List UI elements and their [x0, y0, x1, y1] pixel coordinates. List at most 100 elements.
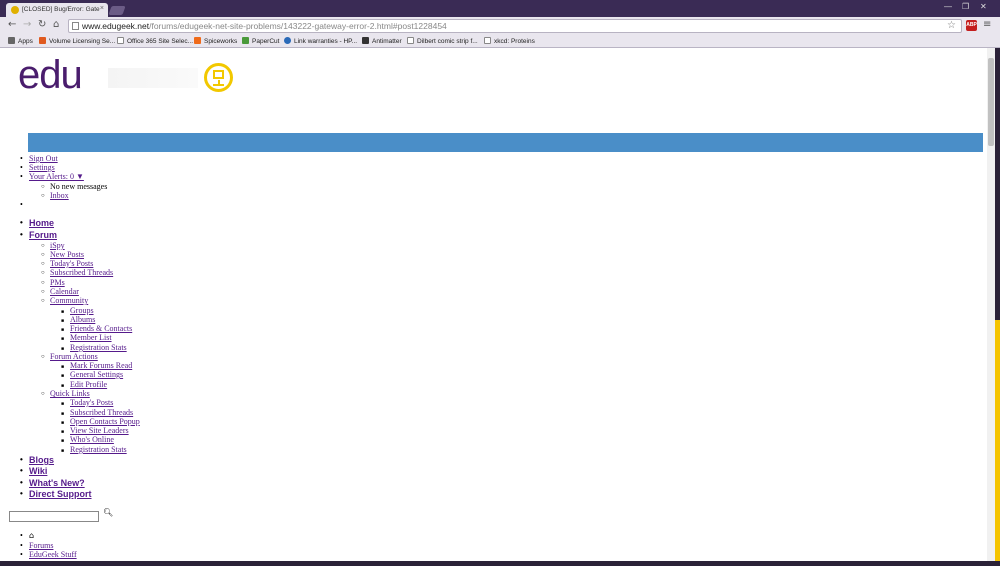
papercut-icon: [242, 37, 249, 44]
maximize-icon[interactable]: ❐: [962, 2, 969, 11]
todays-posts-link[interactable]: Today's Posts: [50, 259, 93, 268]
url-path: /forums/edugeek-net-site-problems/143222…: [149, 21, 447, 31]
forum-link[interactable]: Forum: [29, 230, 57, 240]
groups-link[interactable]: Groups: [70, 306, 94, 315]
bookmark-item[interactable]: Link warranties - HP...: [284, 37, 357, 45]
sign-out-link[interactable]: Sign Out: [29, 154, 58, 163]
home-link[interactable]: Home: [29, 218, 54, 228]
browser-tab[interactable]: [CLOSED] Bug/Error: Gate ×: [6, 3, 108, 17]
new-posts-link[interactable]: New Posts: [50, 250, 84, 259]
forums-breadcrumb-link[interactable]: Forums: [29, 541, 53, 550]
nav-home: Home: [20, 218, 54, 228]
whos-online-link[interactable]: Who's Online: [70, 435, 114, 444]
forum-actions-item: Forum Actions: [41, 352, 98, 363]
chrome-menu-icon[interactable]: ≡: [983, 19, 991, 30]
ql-todays-posts-link[interactable]: Today's Posts: [70, 398, 113, 407]
community-sub-item: Albums: [61, 315, 95, 327]
back-icon[interactable]: ←: [8, 19, 16, 30]
minimize-icon[interactable]: —: [944, 2, 952, 11]
forum-sub-item: iSpy: [41, 241, 65, 252]
search-icon[interactable]: 🔍︎: [103, 508, 113, 517]
home-icon[interactable]: ⌂: [53, 19, 59, 30]
albums-link[interactable]: Albums: [70, 315, 95, 324]
bookmark-label: Link warranties - HP...: [294, 38, 358, 45]
monitor-icon: [204, 63, 233, 92]
bookmark-item[interactable]: xkcd: Proteins: [484, 37, 535, 45]
mark-forums-read-link[interactable]: Mark Forums Read: [70, 361, 132, 370]
address-bar[interactable]: www.edugeek.net/forums/edugeek-net-site-…: [68, 19, 962, 33]
bookmark-star-icon[interactable]: ☆: [947, 20, 956, 31]
ispy-link[interactable]: iSpy: [50, 241, 65, 250]
forum-actions-sub-item: General Settings: [61, 370, 123, 382]
adblock-extension-icon[interactable]: ABP: [966, 20, 977, 31]
community-sub-item: Member List: [61, 333, 112, 345]
alerts-item: Your Alerts: 0 ▼: [20, 172, 84, 182]
edugeek-stuff-link[interactable]: EduGeek Stuff: [29, 550, 77, 559]
calendar-link[interactable]: Calendar: [50, 287, 79, 296]
community-sub-item: Groups: [61, 306, 94, 318]
no-messages-item: No new messages: [41, 182, 108, 193]
search-input[interactable]: [9, 511, 99, 522]
bookmark-item[interactable]: Antimatter: [362, 37, 402, 45]
bookmark-item[interactable]: Dilbert comic strip f...: [407, 37, 478, 45]
direct-support-link[interactable]: Direct Support: [29, 489, 92, 499]
bookmark-item[interactable]: Volume Licensing Se...: [39, 37, 115, 45]
bookmark-item[interactable]: PaperCut: [242, 37, 279, 45]
registration-stats-link[interactable]: Registration Stats: [70, 343, 127, 352]
edit-profile-link[interactable]: Edit Profile: [70, 380, 107, 389]
wiki-link[interactable]: Wiki: [29, 466, 47, 476]
blogs-link[interactable]: Blogs: [29, 455, 54, 465]
quick-links-sub-item: View Site Leaders: [61, 426, 129, 438]
bookmark-item[interactable]: Spiceworks: [194, 37, 237, 45]
forum-actions-sub-item: Mark Forums Read: [61, 361, 132, 373]
page-icon: [117, 37, 124, 44]
quick-links-link[interactable]: Quick Links: [50, 389, 90, 398]
nav-direct-support: Direct Support: [20, 489, 92, 499]
forum-sub-item: Subscribed Threads: [41, 268, 113, 279]
no-messages-text: No new messages: [50, 182, 108, 191]
inbox-link[interactable]: Inbox: [50, 191, 69, 200]
forum-actions-link[interactable]: Forum Actions: [50, 352, 98, 361]
site-logo[interactable]: edu: [18, 50, 83, 100]
whats-new-link[interactable]: What's New?: [29, 478, 85, 488]
bookmark-label: Antimatter: [372, 38, 402, 45]
general-settings-link[interactable]: General Settings: [70, 370, 123, 379]
bookmark-label: PaperCut: [252, 38, 280, 45]
bookmark-item[interactable]: Apps: [8, 37, 33, 45]
inbox-item: Inbox: [41, 191, 69, 202]
friends-contacts-link[interactable]: Friends & Contacts: [70, 324, 132, 333]
pms-link[interactable]: PMs: [50, 278, 65, 287]
browser-toolbar: ← → ↻ ⌂ www.edugeek.net/forums/edugeek-n…: [0, 17, 1000, 35]
nav-wiki: Wiki: [20, 466, 48, 476]
home-icon[interactable]: ⌂: [29, 531, 34, 540]
forum-sub-item: New Posts: [41, 250, 84, 261]
ql-subscribed-threads-link[interactable]: Subscribed Threads: [70, 408, 133, 417]
settings-link[interactable]: Settings: [29, 163, 55, 172]
member-list-link[interactable]: Member List: [70, 333, 112, 342]
logo-faded-text: [108, 68, 198, 88]
forward-icon[interactable]: →: [23, 19, 31, 30]
bookmark-item[interactable]: Office 365 Site Selec...: [117, 37, 193, 45]
page-scrollbar[interactable]: [987, 48, 995, 561]
scrollbar-thumb[interactable]: [988, 58, 994, 146]
alerts-link[interactable]: Your Alerts: 0 ▼: [29, 172, 84, 181]
nav-whats-new: What's New?: [20, 478, 85, 488]
bookmark-label: Apps: [18, 38, 33, 45]
reload-icon[interactable]: ↻: [38, 19, 46, 30]
forum-sub-item: PMs: [41, 278, 65, 289]
apps-icon: [8, 37, 15, 44]
view-site-leaders-link[interactable]: View Site Leaders: [70, 426, 129, 435]
close-window-icon[interactable]: ✕: [980, 2, 987, 11]
community-link[interactable]: Community: [50, 296, 88, 305]
window-titlebar: [CLOSED] Bug/Error: Gate × — ❐ ✕: [0, 0, 1000, 17]
tab-close-icon[interactable]: ×: [100, 5, 104, 12]
subscribed-threads-link[interactable]: Subscribed Threads: [50, 268, 113, 277]
settings-item: Settings: [20, 163, 55, 173]
forum-sub-item: Today's Posts: [41, 259, 93, 270]
quick-links-sub-item: Today's Posts: [61, 398, 113, 410]
ql-registration-stats-link[interactable]: Registration Stats: [70, 445, 127, 454]
open-contacts-popup-link[interactable]: Open Contacts Popup: [70, 417, 140, 426]
windows-icon: [39, 37, 46, 44]
quick-links-sub-item: Who's Online: [61, 435, 114, 447]
new-tab-button[interactable]: [108, 6, 126, 15]
